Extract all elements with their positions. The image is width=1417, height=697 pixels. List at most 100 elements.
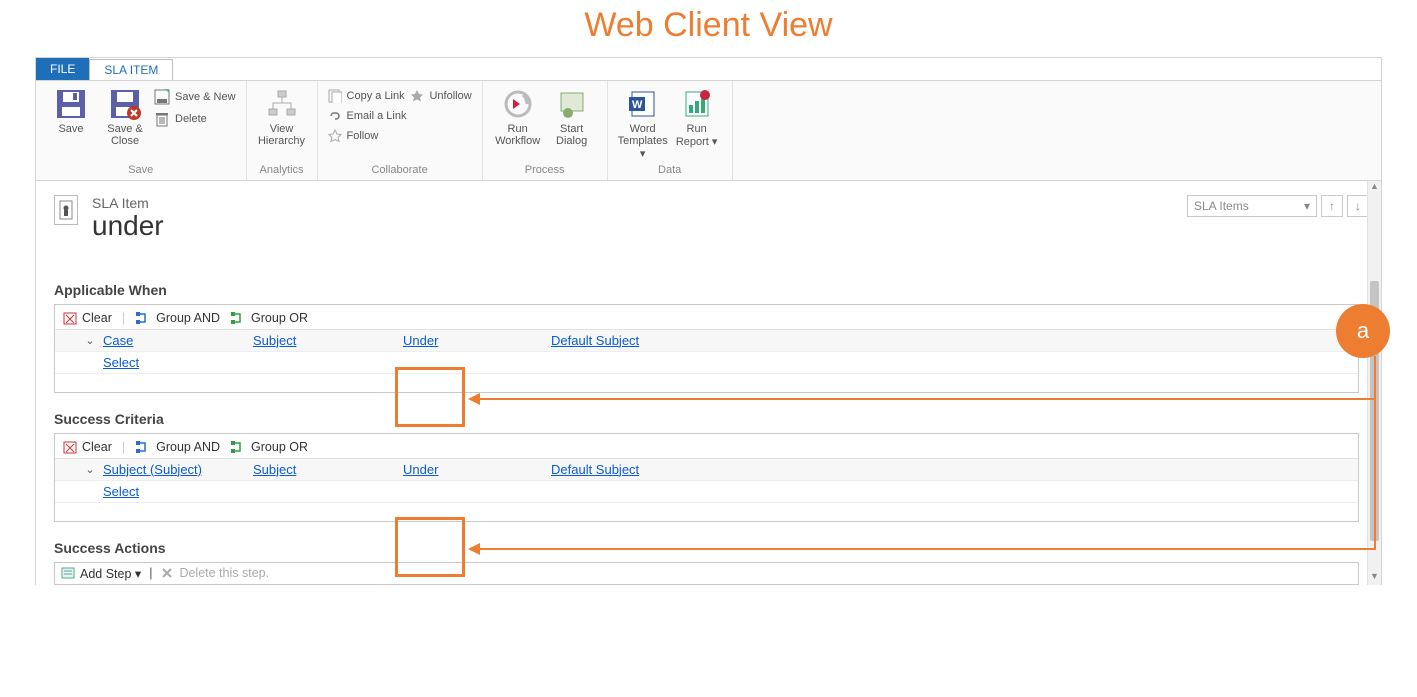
ribbon-group-collab-label: Collaborate <box>318 162 482 180</box>
follow-label: Follow <box>347 130 379 142</box>
trash-icon <box>154 111 170 127</box>
condition-operator-link[interactable]: Under <box>403 462 438 477</box>
follow-button[interactable]: Follow <box>328 129 407 143</box>
condition-select-link[interactable]: Select <box>103 484 139 499</box>
group-and-icon <box>135 311 151 325</box>
ribbon-group-save-label: Save <box>36 162 246 180</box>
chevron-down-icon: ▾ <box>1304 199 1310 213</box>
ribbon-group-data: W Word Templates ▾ Run Report ▾ Data <box>608 81 733 180</box>
add-step-button[interactable]: Add Step ▾ <box>61 566 141 581</box>
condition-value-link[interactable]: Default Subject <box>551 462 639 477</box>
condition-row: ⌄ Subject (Subject) Subject Under Defaul… <box>55 459 1358 481</box>
nav-next-button[interactable]: ↓ <box>1347 195 1369 217</box>
section-success-criteria-title: Success Criteria <box>54 411 1359 427</box>
entity-type-label: SLA Item <box>92 195 164 211</box>
view-hierarchy-label: View Hierarchy <box>258 123 305 147</box>
group-or-icon <box>230 311 246 325</box>
view-selector-label: SLA Items <box>1194 199 1249 213</box>
ribbon: Save Save & Close Save & New <box>36 81 1381 181</box>
save-close-button[interactable]: Save & Close <box>100 87 150 147</box>
start-dialog-button[interactable]: Start Dialog <box>547 87 597 147</box>
clear-button[interactable]: Clear <box>63 440 112 454</box>
condition-entity-link[interactable]: Subject (Subject) <box>103 462 202 477</box>
delete-step-label: Delete this step. <box>179 566 269 580</box>
condition-operator-link[interactable]: Under <box>403 333 438 348</box>
save-new-icon <box>154 89 170 105</box>
condition-select-row: Select <box>55 352 1358 374</box>
email-link-label: Email a Link <box>347 110 407 122</box>
group-and-button[interactable]: Group AND <box>135 440 220 454</box>
delete-button[interactable]: Delete <box>154 111 236 127</box>
view-selector[interactable]: SLA Items ▾ <box>1187 195 1317 217</box>
link-icon <box>328 109 342 123</box>
success-criteria-panel: Clear | Group AND Group OR <box>54 433 1359 522</box>
run-report-button[interactable]: Run Report ▾ <box>672 87 722 148</box>
ribbon-group-analytics: View Hierarchy Analytics <box>247 81 318 180</box>
separator: | <box>122 311 125 325</box>
scroll-up-icon: ▲ <box>1368 181 1381 195</box>
save-new-button[interactable]: Save & New <box>154 89 236 105</box>
unfollow-label: Unfollow <box>429 90 471 102</box>
group-and-label: Group AND <box>156 440 220 454</box>
separator: | <box>149 566 152 580</box>
copy-link-label: Copy a Link <box>347 90 405 102</box>
ribbon-group-analytics-label: Analytics <box>247 162 317 180</box>
condition-select-row: Select <box>55 481 1358 503</box>
star-outline-icon <box>328 129 342 143</box>
vertical-scrollbar[interactable]: ▲ ▼ <box>1367 181 1381 585</box>
save-close-label: Save & Close <box>107 123 142 147</box>
record-header: SLA Item under <box>54 195 164 242</box>
clear-button[interactable]: Clear <box>63 311 112 325</box>
arrow-down-icon: ↓ <box>1355 199 1361 213</box>
tab-file[interactable]: FILE <box>36 58 89 80</box>
delete-label: Delete <box>175 113 207 125</box>
group-or-button[interactable]: Group OR <box>230 311 308 325</box>
clear-icon <box>63 311 77 325</box>
scroll-down-icon: ▼ <box>1368 571 1381 585</box>
start-dialog-label: Start Dialog <box>556 123 587 147</box>
separator: | <box>122 440 125 454</box>
arrow-up-icon: ↑ <box>1329 199 1335 213</box>
section-applicable-when-title: Applicable When <box>54 282 1359 298</box>
view-hierarchy-button[interactable]: View Hierarchy <box>257 87 307 147</box>
condition-field-link[interactable]: Subject <box>253 462 296 477</box>
condition-value-link[interactable]: Default Subject <box>551 333 639 348</box>
condition-field-link[interactable]: Subject <box>253 333 296 348</box>
nav-prev-button[interactable]: ↑ <box>1321 195 1343 217</box>
delete-step-button: Delete this step. <box>160 566 269 580</box>
save-icon <box>54 87 88 121</box>
expand-toggle[interactable]: ⌄ <box>83 334 97 347</box>
run-workflow-button[interactable]: Run Workflow <box>493 87 543 147</box>
clear-label: Clear <box>82 440 112 454</box>
copy-link-icon <box>328 89 342 103</box>
report-icon <box>680 87 714 121</box>
save-label: Save <box>58 123 83 135</box>
group-and-button[interactable]: Group AND <box>135 311 220 325</box>
condition-select-link[interactable]: Select <box>103 355 139 370</box>
word-templates-label: Word Templates ▾ <box>618 123 668 160</box>
page-heading: Web Client View <box>0 0 1417 57</box>
unfollow-button[interactable]: Unfollow <box>410 89 471 103</box>
clear-icon <box>63 440 77 454</box>
condition-entity-link[interactable]: Case <box>103 333 133 348</box>
group-or-label: Group OR <box>251 311 308 325</box>
word-templates-button[interactable]: W Word Templates ▾ <box>618 87 668 160</box>
workflow-icon <box>501 87 535 121</box>
add-step-icon <box>61 566 75 580</box>
email-link-button[interactable]: Email a Link <box>328 109 407 123</box>
svg-text:W: W <box>632 99 643 111</box>
group-or-icon <box>230 440 246 454</box>
group-or-button[interactable]: Group OR <box>230 440 308 454</box>
copy-link-button[interactable]: Copy a Link <box>328 89 407 103</box>
entity-icon <box>54 195 78 225</box>
delete-step-icon <box>160 566 174 580</box>
tab-sla-item[interactable]: SLA ITEM <box>89 59 173 80</box>
success-actions-toolbar: Add Step ▾ | Delete this step. <box>54 562 1359 585</box>
scrollbar-thumb[interactable] <box>1370 281 1379 541</box>
dropdown-caret-icon: ▾ <box>640 148 646 160</box>
save-button[interactable]: Save <box>46 87 96 135</box>
expand-toggle[interactable]: ⌄ <box>83 463 97 476</box>
form-body: SLA Item under SLA Items ▾ ↑ ↓ Applicabl… <box>36 181 1381 585</box>
run-report-label: Run Report ▾ <box>676 123 718 148</box>
condition-row: ⌄ Case Subject Under Default Subject <box>55 330 1358 352</box>
